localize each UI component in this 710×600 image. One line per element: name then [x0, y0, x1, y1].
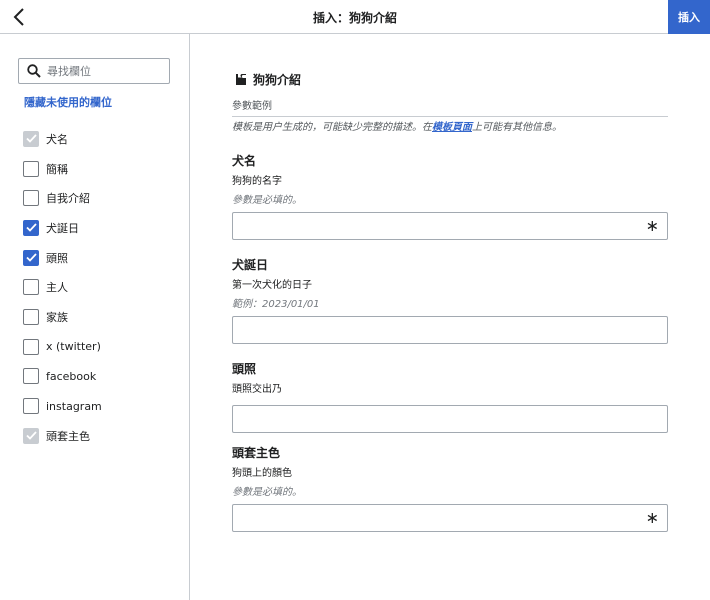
- field-label: facebook: [46, 369, 97, 383]
- search-field[interactable]: [18, 58, 170, 84]
- field-checkbox[interactable]: [23, 249, 39, 266]
- dialog-title: 插入：狗狗介紹: [312, 11, 397, 25]
- param-input-box[interactable]: ∗: [232, 212, 668, 240]
- field-checkbox[interactable]: [23, 427, 39, 444]
- param-name: 頭套主色: [232, 446, 281, 460]
- template-note-suffix: 上可能有其他信息。: [472, 122, 562, 133]
- template-title-row: 狗狗介紹: [232, 71, 301, 88]
- field-toggle-item[interactable]: facebook: [23, 362, 102, 392]
- param-description: 狗頭上的顏色: [232, 468, 292, 479]
- param-section: 犬誕日第一次犬化的日子 範例：2023/01/01: [232, 256, 668, 344]
- field-label: x (twitter): [46, 340, 101, 354]
- field-label: 自我介紹: [46, 192, 90, 206]
- param-description: 狗狗的名字: [232, 176, 282, 187]
- param-input[interactable]: [233, 213, 633, 239]
- param-input[interactable]: [233, 505, 633, 531]
- field-checkbox[interactable]: [23, 160, 39, 177]
- field-checkbox[interactable]: [23, 279, 39, 296]
- field-toggle-item[interactable]: 頭套主色: [23, 421, 102, 451]
- field-toggle-item[interactable]: instagram: [23, 391, 102, 421]
- field-label: 簡稱: [46, 162, 68, 176]
- field-toggle-item[interactable]: 頭照: [23, 243, 102, 273]
- field-toggle-item[interactable]: x (twitter): [23, 332, 102, 362]
- template-title: 狗狗介紹: [253, 73, 302, 87]
- param-meta: 參數是必填的。: [232, 195, 302, 206]
- field-toggle-item[interactable]: 家族: [23, 302, 102, 332]
- search-input[interactable]: [47, 64, 167, 78]
- insert-button[interactable]: 插入: [668, 0, 710, 34]
- field-toggle-item[interactable]: 主人: [23, 272, 102, 302]
- param-name: 犬誕日: [232, 258, 269, 272]
- param-input-box[interactable]: [232, 405, 668, 433]
- puzzle-icon: [233, 74, 246, 85]
- field-list: 犬名簡稱自我介紹犬誕日頭照主人家族 x (twitter) facebook inst…: [23, 124, 102, 451]
- param-name: 頭照: [232, 362, 257, 376]
- field-checkbox[interactable]: [23, 190, 39, 207]
- field-label: 家族: [46, 310, 68, 324]
- required-indicator: ∗: [645, 216, 659, 235]
- field-checkbox[interactable]: [23, 308, 39, 325]
- param-section: 犬名狗狗的名字參數是必填的。 ∗: [232, 152, 668, 240]
- param-input[interactable]: [233, 406, 633, 432]
- param-input[interactable]: [233, 317, 633, 343]
- search-icon: [27, 64, 41, 78]
- template-note-prefix: 模板是用户生成的，可能缺少完整的描述。在: [232, 122, 432, 133]
- field-checkbox[interactable]: [23, 130, 39, 147]
- required-indicator: ∗: [645, 508, 659, 527]
- field-label: 犬名: [46, 132, 68, 146]
- param-section: 頭照 頭照交出乃: [232, 360, 668, 433]
- field-toggle-item[interactable]: 犬名: [23, 124, 102, 154]
- field-toggle-item[interactable]: 自我介紹: [23, 183, 102, 213]
- check-icon: [25, 253, 37, 262]
- check-icon: [25, 134, 37, 144]
- field-toggle-item[interactable]: 簡稱: [23, 154, 102, 184]
- template-description: 參數範例: [232, 97, 668, 117]
- check-icon: [25, 431, 37, 441]
- param-description: 第一次犬化的日子: [232, 280, 312, 291]
- field-checkbox[interactable]: [23, 368, 39, 385]
- param-input-box[interactable]: ∗: [232, 504, 668, 532]
- template-note: 模板是用户生成的，可能缺少完整的描述。在模板頁面上可能有其他信息。: [232, 118, 562, 133]
- param-meta: 參數是必填的。: [232, 487, 302, 498]
- param-meta: 範例：2023/01/01: [232, 299, 320, 310]
- template-page-link[interactable]: 模板頁面: [432, 122, 472, 133]
- field-label: 主人: [46, 281, 68, 295]
- field-label: instagram: [46, 399, 102, 413]
- hide-unused-fields-link[interactable]: 隱藏未使用的欄位: [24, 94, 112, 110]
- check-icon: [25, 223, 37, 233]
- field-label: 頭照: [46, 251, 68, 265]
- dialog-header: 插入：狗狗介紹 插入: [0, 0, 710, 34]
- field-checkbox[interactable]: [23, 219, 39, 236]
- param-name: 犬名: [232, 154, 257, 168]
- field-checkbox[interactable]: [23, 338, 39, 355]
- field-label: 頭套主色: [46, 429, 90, 443]
- field-label: 犬誕日: [46, 221, 79, 235]
- sidebar: 隱藏未使用的欄位 犬名簡稱自我介紹犬誕日頭照主人家族 x (twitter) fac…: [0, 34, 190, 600]
- param-input-box[interactable]: [232, 316, 668, 344]
- param-section: 頭套主色狗頭上的顏色 參數是必填的。 ∗: [232, 444, 668, 532]
- field-checkbox[interactable]: [23, 398, 39, 415]
- param-description: 頭照交出乃: [232, 384, 282, 395]
- field-toggle-item[interactable]: 犬誕日: [23, 213, 102, 243]
